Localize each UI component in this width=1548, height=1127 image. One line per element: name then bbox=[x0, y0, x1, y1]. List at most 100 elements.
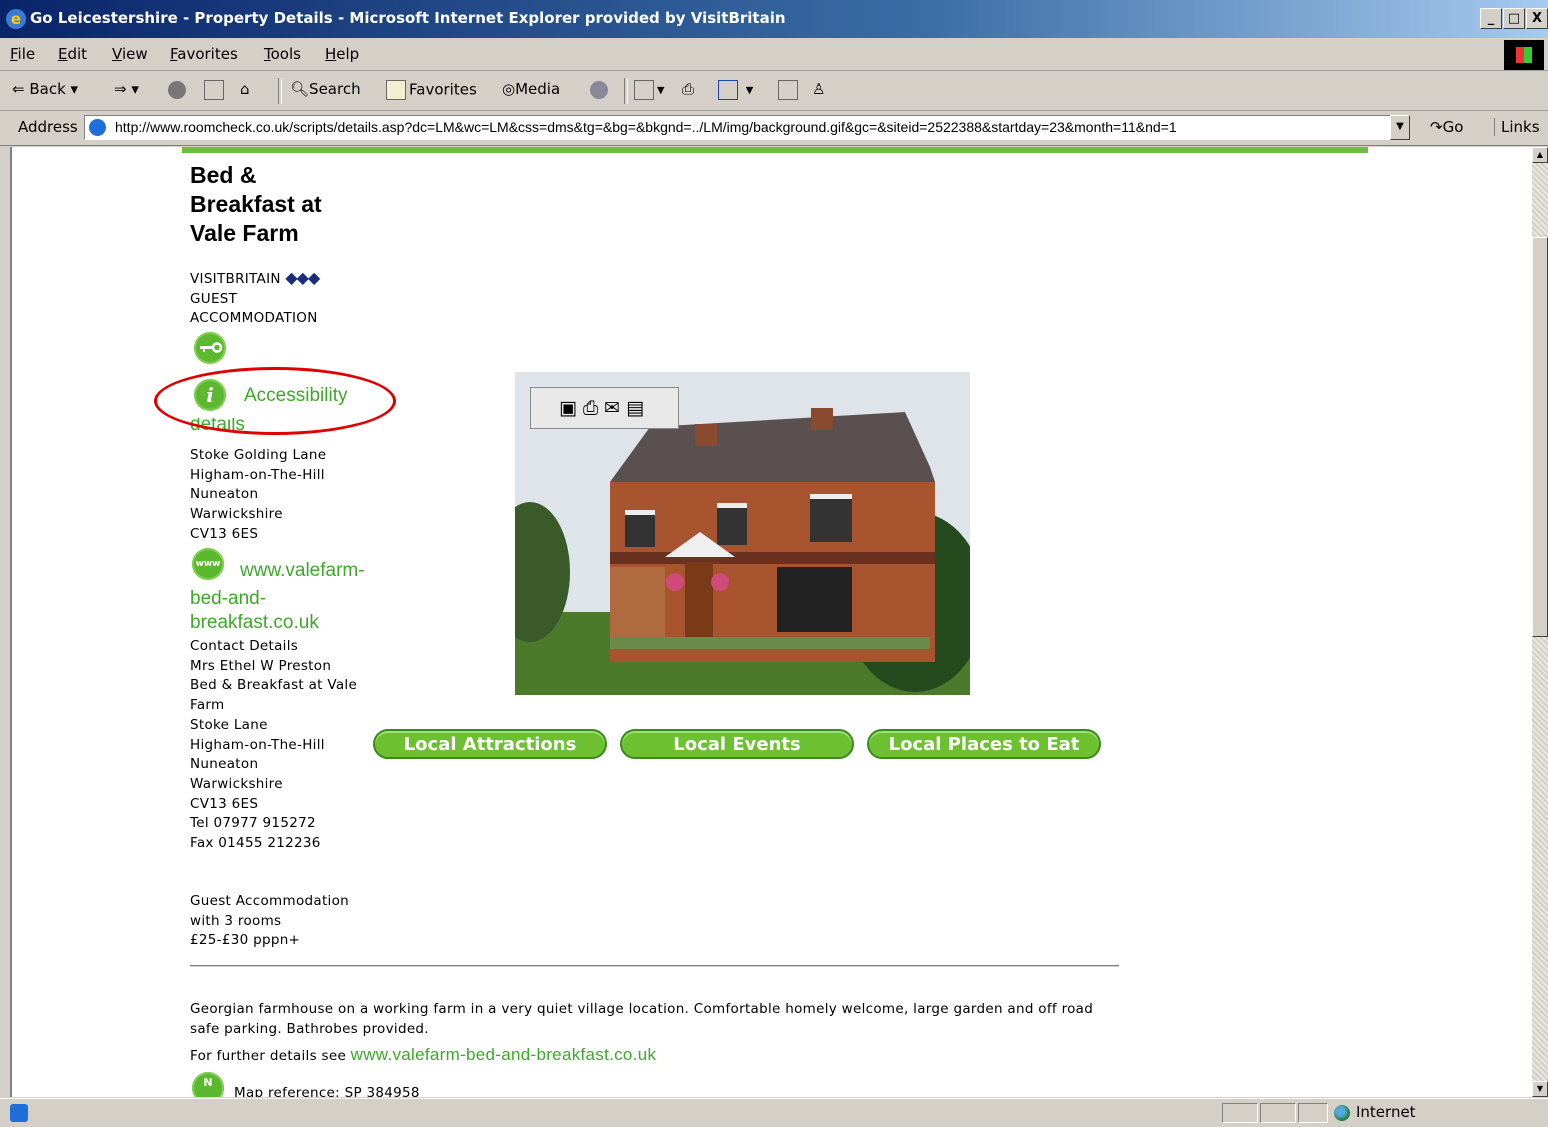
search-button[interactable]: 🔍︎Search bbox=[290, 80, 361, 98]
ie-status-icon bbox=[10, 1104, 28, 1122]
discuss-button[interactable] bbox=[778, 80, 801, 100]
further-details: For further details see www.valefarm-bed… bbox=[190, 1045, 656, 1067]
forward-arrow-icon: ⇒ ▾ bbox=[114, 80, 139, 98]
property-name-line: Breakfast at bbox=[190, 191, 322, 217]
media-icon: ◎ bbox=[502, 80, 516, 98]
menu-tools[interactable]: Tools bbox=[264, 45, 301, 63]
status-cell bbox=[1298, 1103, 1328, 1123]
stop-button[interactable] bbox=[168, 80, 189, 99]
further-details-prefix: For further details see bbox=[190, 1048, 347, 1064]
history-button[interactable] bbox=[590, 80, 611, 99]
back-label: Back bbox=[29, 80, 66, 98]
rating-label: VISITBRITAIN bbox=[190, 271, 281, 287]
favorites-label: Favorites bbox=[409, 80, 477, 99]
title-bar: e Go Leicestershire - Property Details -… bbox=[0, 0, 1548, 38]
property-address: Stoke Golding Lane Higham-on-The-Hill Nu… bbox=[190, 446, 326, 545]
category-line: GUEST bbox=[190, 290, 238, 307]
status-cell bbox=[1260, 1103, 1296, 1123]
minimize-button[interactable]: _ bbox=[1480, 8, 1502, 29]
contact-line: Bed & Breakfast at Vale bbox=[190, 677, 358, 694]
menu-bar: File Edit View Favorites Tools Help bbox=[0, 38, 1548, 71]
contact-line: Mrs Ethel W Preston bbox=[190, 657, 332, 674]
vertical-scrollbar[interactable]: ▲ ▼ bbox=[1532, 147, 1548, 1097]
close-button[interactable]: X bbox=[1526, 8, 1548, 29]
website-link-line: breakfast.co.uk bbox=[190, 612, 319, 633]
website-link[interactable]: www.valefarm- bed-and- breakfast.co.uk bbox=[190, 557, 390, 637]
media-button[interactable]: ◎Media bbox=[502, 80, 560, 98]
address-line: CV13 6ES bbox=[190, 525, 259, 542]
back-button[interactable]: ⇐ Back ▾ bbox=[12, 80, 78, 98]
messenger-button[interactable]: ♙ bbox=[812, 80, 825, 98]
property-name: Bed & Breakfast at Vale Farm bbox=[190, 161, 370, 248]
toolbar-separator bbox=[278, 78, 282, 104]
toolbar: ⇐ Back ▾ ⇒ ▾ ⌂ 🔍︎Search Favorites ◎Media… bbox=[0, 72, 1548, 111]
address-input[interactable]: http://www.roomcheck.co.uk/scripts/detai… bbox=[84, 115, 1392, 140]
home-icon: ⌂ bbox=[240, 80, 250, 98]
contact-heading: Contact Details bbox=[190, 638, 299, 654]
mail-button[interactable]: ▾ bbox=[634, 80, 665, 100]
links-button[interactable]: Links bbox=[1494, 118, 1540, 136]
status-bar: Internet bbox=[0, 1098, 1548, 1127]
print-image-icon[interactable]: ⎙ bbox=[583, 397, 604, 419]
scroll-up-button[interactable]: ▲ bbox=[1532, 147, 1548, 163]
menu-favorites[interactable]: Favorites bbox=[170, 45, 238, 63]
property-name-line: Bed & bbox=[190, 162, 257, 188]
window-controls: _ □ X bbox=[1480, 8, 1548, 29]
save-image-icon[interactable]: ▣ bbox=[559, 397, 583, 419]
category-line: ACCOMMODATION bbox=[190, 310, 318, 327]
discuss-icon bbox=[778, 80, 798, 100]
stop-icon bbox=[168, 80, 186, 99]
price-line: £25-£30 pppn+ bbox=[190, 932, 301, 949]
property-photo[interactable]: ▣⎙✉▤ bbox=[515, 372, 970, 695]
open-folder-icon[interactable]: ▤ bbox=[626, 397, 650, 419]
back-arrow-icon: ⇐ bbox=[12, 80, 25, 98]
go-arrow-icon: ↷ bbox=[1430, 118, 1443, 136]
maximize-button[interactable]: □ bbox=[1503, 8, 1525, 29]
menu-help[interactable]: Help bbox=[325, 45, 359, 63]
forward-button[interactable]: ⇒ ▾ bbox=[114, 80, 139, 98]
summary-line: Guest Accommodation bbox=[190, 893, 350, 909]
menu-edit[interactable]: Edit bbox=[58, 45, 87, 63]
header-rule bbox=[182, 147, 1368, 153]
key-icon bbox=[194, 332, 226, 364]
favorites-button[interactable]: Favorites bbox=[386, 80, 477, 100]
further-details-link[interactable]: www.valefarm-bed-and-breakfast.co.uk bbox=[351, 1045, 657, 1064]
scroll-thumb[interactable] bbox=[1532, 237, 1548, 637]
address-line: Nuneaton bbox=[190, 486, 259, 503]
description-line: Georgian farmhouse on a working farm in … bbox=[190, 1001, 1094, 1017]
search-label: Search bbox=[309, 80, 361, 98]
website-link-line: www.valefarm- bbox=[240, 560, 365, 581]
address-dropdown-icon[interactable]: ▼ bbox=[1390, 115, 1410, 140]
address-line: Higham-on-The-Hill bbox=[190, 466, 325, 483]
local-places-to-eat-button[interactable]: Local Places to Eat bbox=[867, 729, 1101, 759]
email-image-icon[interactable]: ✉ bbox=[604, 397, 626, 419]
history-icon bbox=[590, 80, 608, 99]
security-zone: Internet bbox=[1334, 1103, 1416, 1121]
scroll-down-button[interactable]: ▼ bbox=[1532, 1081, 1548, 1097]
edit-button[interactable]: ▾ bbox=[718, 80, 753, 100]
local-attractions-button[interactable]: Local Attractions bbox=[373, 729, 607, 759]
ie-app-icon: e bbox=[6, 9, 26, 29]
local-events-button[interactable]: Local Events bbox=[620, 729, 854, 759]
toolbar-separator bbox=[624, 78, 628, 104]
status-cell bbox=[1222, 1103, 1258, 1123]
contact-line: Nuneaton bbox=[190, 756, 259, 773]
property-description: Georgian farmhouse on a working farm in … bbox=[190, 1000, 1120, 1039]
address-label: Address bbox=[18, 118, 78, 136]
print-button[interactable]: ⎙ bbox=[682, 80, 694, 98]
section-divider bbox=[190, 965, 1119, 967]
globe-icon bbox=[1334, 1104, 1350, 1121]
search-icon: 🔍︎ bbox=[290, 80, 310, 98]
home-button[interactable]: ⌂ bbox=[240, 80, 250, 98]
description-line: safe parking. Bathrobes provided. bbox=[190, 1020, 429, 1037]
go-button[interactable]: ↷Go bbox=[1430, 118, 1463, 136]
page-icon bbox=[89, 119, 106, 136]
menu-file[interactable]: File bbox=[10, 45, 35, 63]
refresh-button[interactable] bbox=[204, 80, 227, 100]
contact-line: CV13 6ES bbox=[190, 795, 259, 812]
diamond-rating-icon: ◆◆◆ bbox=[285, 268, 320, 287]
property-name-line: Vale Farm bbox=[190, 220, 299, 246]
windows-logo-icon bbox=[1504, 40, 1544, 70]
address-line: Stoke Golding Lane bbox=[190, 447, 327, 463]
menu-view[interactable]: View bbox=[112, 45, 148, 63]
